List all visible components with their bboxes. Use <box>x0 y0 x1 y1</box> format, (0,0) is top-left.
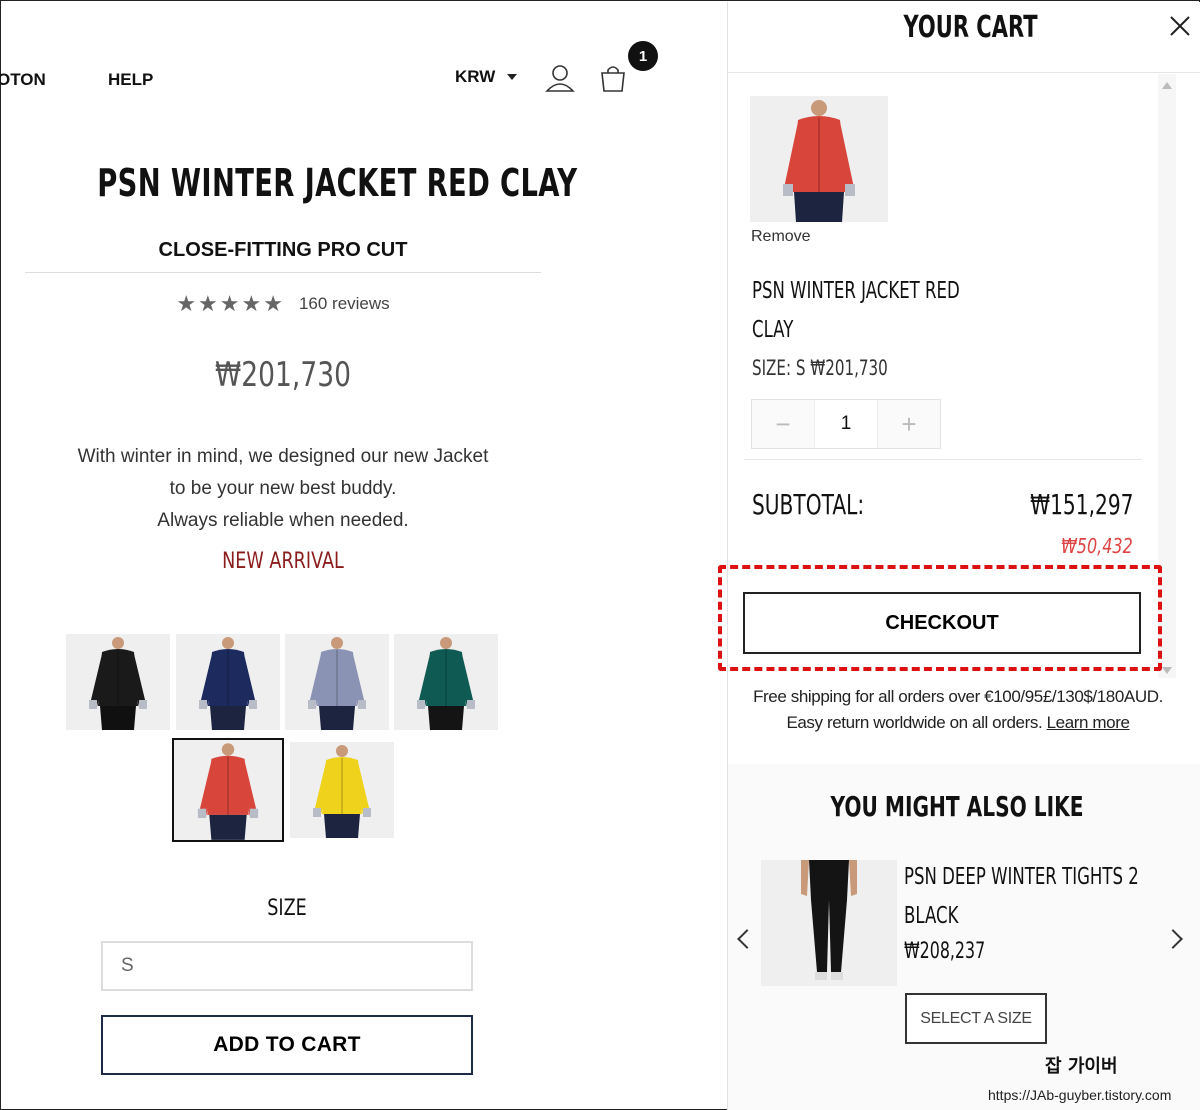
return-text: Easy return worldwide on all orders. <box>786 713 1043 732</box>
learn-more-link[interactable]: Learn more <box>1047 713 1130 732</box>
close-icon[interactable] <box>1168 14 1192 38</box>
chevron-down-icon <box>507 74 518 80</box>
watermark-name: 잡 가이버 <box>1045 1056 1118 1077</box>
cart-drawer: YOUR CART Remove PSN WINTER JACKET RED C… <box>718 2 1200 1110</box>
scroll-down-icon[interactable] <box>1162 667 1172 674</box>
jacket-swatch-image <box>174 740 282 840</box>
cart-item-name: PSN WINTER JACKET RED CLAY <box>752 272 1054 350</box>
cart-item-name-line: CLAY <box>752 317 794 343</box>
select-size-button[interactable]: SELECT A SIZE <box>905 993 1047 1044</box>
subtotal-value: ₩151,297 <box>1029 488 1133 521</box>
product-description: With winter in mind, we designed our new… <box>25 441 541 537</box>
jacket-swatch-image <box>290 742 394 838</box>
also-like-title: YOU MIGHT ALSO LIKE <box>830 790 1084 823</box>
star-rating-icon: ★★★★★ <box>176 291 285 316</box>
size-label: SIZE <box>267 896 307 921</box>
also-like-section: YOU MIGHT ALSO LIKE PSN DEEP WINTER TIGH… <box>728 764 1200 1110</box>
color-swatch-grey-blue[interactable] <box>285 634 389 730</box>
description-line: to be your new best buddy. <box>169 478 397 499</box>
nav-item-oton[interactable]: OTON <box>0 70 46 90</box>
checkout-button[interactable]: CHECKOUT <box>743 592 1141 654</box>
also-like-name: PSN DEEP WINTER TIGHTS 2 BLACK <box>904 858 1200 936</box>
quantity-stepper: − 1 + <box>751 399 941 449</box>
page-frame: OTON HELP KRW 1 PSN WINTER JACKET RED CL… <box>0 0 1200 1110</box>
new-arrival-badge: NEW ARRIVAL <box>222 549 344 574</box>
divider <box>25 272 541 273</box>
cart-count-badge: 1 <box>628 41 658 71</box>
color-swatch-black[interactable] <box>66 634 170 730</box>
size-select[interactable]: S <box>101 941 473 991</box>
also-like-name-line: PSN DEEP WINTER TIGHTS 2 <box>904 864 1139 890</box>
remove-link[interactable]: Remove <box>751 228 811 246</box>
jacket-swatch-image <box>66 634 170 730</box>
jacket-swatch-image <box>176 634 280 730</box>
plus-button[interactable]: + <box>878 400 940 448</box>
product-price: ₩201,730 <box>215 355 351 395</box>
color-swatch-navy[interactable] <box>176 634 280 730</box>
quantity-value[interactable]: 1 <box>814 400 878 448</box>
cart-item-name-line: PSN WINTER JACKET RED <box>752 278 960 304</box>
also-like-name-line: BLACK <box>904 903 959 929</box>
rating[interactable]: ★★★★★ 160 reviews <box>25 291 541 317</box>
reviews-count[interactable]: 160 reviews <box>299 294 390 314</box>
tights-image <box>761 860 897 986</box>
nav-item-help[interactable]: HELP <box>108 70 153 90</box>
subtotal-discount: ₩50,432 <box>1061 534 1133 558</box>
color-swatch-yellow[interactable] <box>290 742 394 838</box>
jacket-image <box>750 96 888 222</box>
chevron-left-icon[interactable] <box>737 929 757 949</box>
watermark-url: https://JAb-guyber.tistory.com <box>988 1087 1172 1103</box>
divider <box>728 72 1200 73</box>
cart-title: YOUR CART <box>903 10 1038 45</box>
color-swatch-teal[interactable] <box>394 634 498 730</box>
shipping-info: Free shipping for all orders over €100/9… <box>728 684 1188 736</box>
description-line: Always reliable when needed. <box>157 510 409 531</box>
description-line: With winter in mind, we designed our new… <box>77 446 489 467</box>
cart-item-size-price: SIZE: S ₩201,730 <box>752 356 888 380</box>
shipping-line: Easy return worldwide on all orders. Lea… <box>728 710 1188 736</box>
product-cut: CLOSE-FITTING PRO CUT <box>158 239 408 261</box>
shipping-line: Free shipping for all orders over €100/9… <box>753 687 1163 706</box>
also-like-price: ₩208,237 <box>904 939 986 964</box>
user-icon[interactable] <box>545 63 575 93</box>
currency-value: KRW <box>455 67 496 86</box>
jacket-swatch-image <box>394 634 498 730</box>
currency-selector[interactable]: KRW <box>455 67 518 87</box>
also-like-image[interactable] <box>761 860 897 986</box>
scroll-up-icon[interactable] <box>1162 82 1172 89</box>
add-to-cart-button[interactable]: ADD TO CART <box>101 1015 473 1075</box>
product-title: PSN WINTER JACKET RED CLAY <box>97 161 578 205</box>
divider <box>744 459 1142 460</box>
cart-item-image[interactable] <box>750 96 888 222</box>
color-swatch-red-clay[interactable] <box>172 738 284 842</box>
subtotal-label: SUBTOTAL: <box>752 488 865 521</box>
jacket-swatch-image <box>285 634 389 730</box>
shopping-bag-icon[interactable] <box>598 63 628 93</box>
minus-button[interactable]: − <box>752 400 814 448</box>
